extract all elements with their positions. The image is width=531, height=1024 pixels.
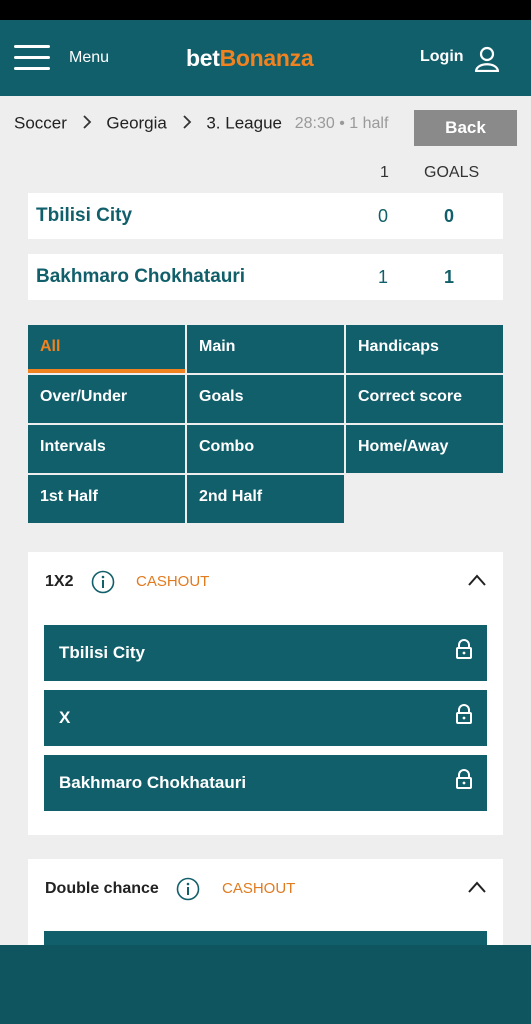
menu-label[interactable]: Menu — [69, 49, 109, 67]
outcome-label: X — [59, 708, 71, 727]
breadcrumb: Soccer Georgia 3. League 28:30 • 1 half — [14, 113, 388, 135]
lock-icon — [456, 704, 472, 724]
top-header: Menu betBonanza Login — [0, 20, 531, 96]
tab-main[interactable]: Main — [187, 325, 344, 373]
market-title: 1X2 — [45, 573, 74, 590]
login-button[interactable]: Login — [420, 48, 464, 66]
outcome-button-home[interactable]: Tbilisi City — [44, 625, 487, 681]
outcome-button-draw[interactable]: X — [44, 690, 487, 746]
period-header: 1 — [380, 164, 389, 181]
tab-handicaps[interactable]: Handicaps — [346, 325, 503, 373]
bottom-navigation-bar — [0, 945, 531, 1024]
chevron-up-icon[interactable] — [468, 881, 486, 893]
outcome-label: Bakhmaro Chokhatauri — [59, 773, 247, 792]
breadcrumb-league[interactable]: 3. League — [206, 114, 282, 133]
tab-correct-score[interactable]: Correct score — [346, 375, 503, 423]
chevron-right-icon — [82, 114, 92, 134]
status-bar — [0, 0, 531, 20]
back-button[interactable]: Back — [414, 110, 517, 146]
tab-intervals[interactable]: Intervals — [28, 425, 185, 473]
tab-1st-half[interactable]: 1st Half — [28, 475, 185, 523]
market-card-1x2: 1X2 CASHOUT Tbilisi City X Bakhmaro Chok… — [28, 552, 503, 835]
team-name: Bakhmaro Chokhatauri — [36, 266, 246, 287]
cashout-badge: CASHOUT — [136, 573, 210, 590]
hamburger-menu-icon[interactable] — [14, 45, 50, 71]
breadcrumb-country[interactable]: Georgia — [106, 114, 166, 133]
team-row-away: Bakhmaro Chokhatauri 1 1 — [28, 254, 503, 300]
period-score: 1 — [378, 267, 389, 287]
outcome-button-away[interactable]: Bakhmaro Chokhatauri — [44, 755, 487, 811]
tab-2nd-half[interactable]: 2nd Half — [187, 475, 344, 523]
team-row-home: Tbilisi City 0 0 — [28, 193, 503, 239]
info-icon[interactable] — [176, 877, 200, 901]
goals-score: 1 — [444, 267, 455, 287]
goals-score: 0 — [444, 206, 455, 226]
brand-logo[interactable]: betBonanza — [186, 45, 314, 72]
lock-icon — [456, 769, 472, 789]
market-title: Double chance — [45, 880, 159, 897]
tab-combo[interactable]: Combo — [187, 425, 344, 473]
lock-icon — [456, 639, 472, 659]
tab-home-away[interactable]: Home/Away — [346, 425, 503, 473]
outcome-label: Tbilisi City — [59, 643, 145, 662]
tab-goals[interactable]: Goals — [187, 375, 344, 423]
chevron-right-icon — [182, 114, 192, 134]
tab-all[interactable]: All — [28, 325, 185, 373]
goals-header: GOALS — [424, 164, 480, 181]
user-icon[interactable] — [474, 46, 500, 72]
match-time: 28:30 • 1 half — [294, 114, 389, 132]
info-icon[interactable] — [91, 570, 115, 594]
breadcrumb-sport[interactable]: Soccer — [14, 114, 67, 133]
period-score: 0 — [378, 206, 389, 226]
cashout-badge: CASHOUT — [222, 880, 296, 897]
tab-over-under[interactable]: Over/Under — [28, 375, 185, 423]
chevron-up-icon[interactable] — [468, 574, 486, 586]
team-name: Tbilisi City — [36, 205, 133, 226]
